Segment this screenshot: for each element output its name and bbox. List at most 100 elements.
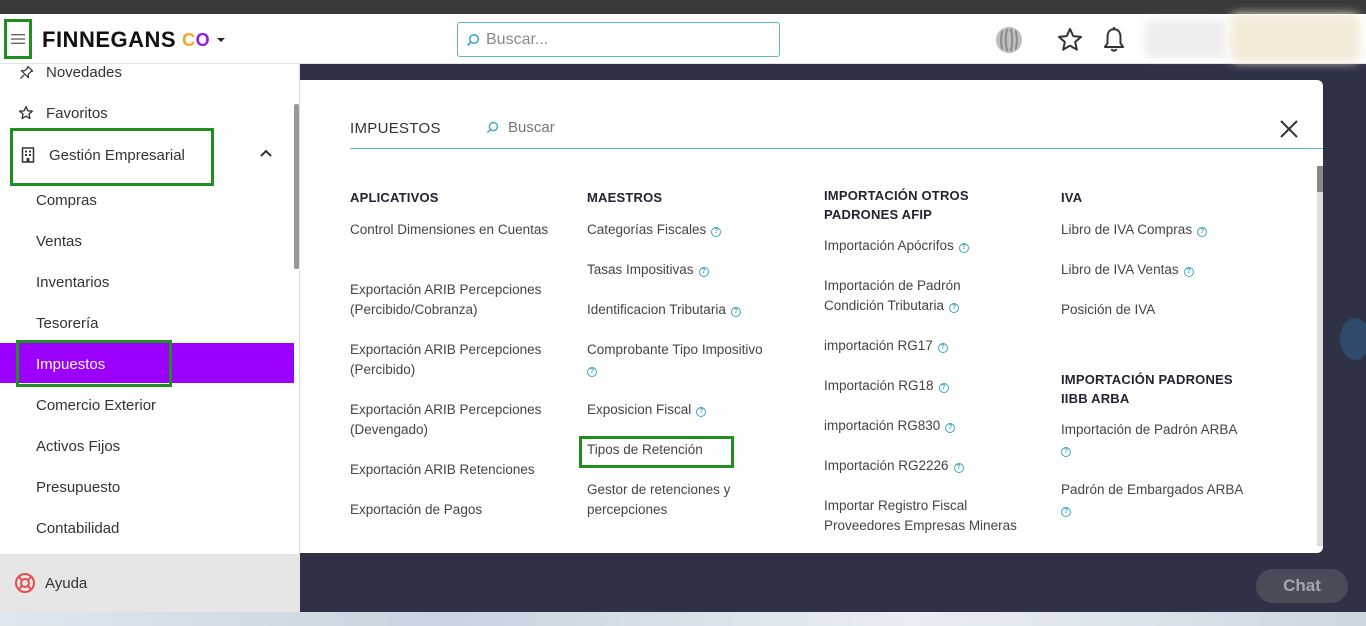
building-icon <box>20 147 36 163</box>
pin-icon <box>18 64 34 80</box>
menu-link[interactable]: Comprobante Tipo Impositivo? <box>587 340 792 380</box>
chat-label: Chat <box>1283 576 1321 595</box>
help-icon[interactable]: ? <box>938 383 949 393</box>
highlight-box <box>579 436 734 468</box>
column-heading: IVA <box>1061 190 1083 205</box>
sidebar-item-label: Novedades <box>46 63 122 81</box>
panel-search-placeholder[interactable]: Buscar <box>508 119 555 136</box>
caret-down-icon[interactable] <box>216 35 226 45</box>
menu-link[interactable]: Control Dimensiones en Cuentas <box>350 220 565 240</box>
menu-link[interactable]: Importación RG2226? <box>824 456 1039 476</box>
highlight-box <box>16 340 172 387</box>
sidebar: Novedades Favoritos Gestión Empresarial … <box>0 64 300 554</box>
notifications-bell-icon[interactable] <box>1099 25 1129 55</box>
help-icon[interactable]: ? <box>945 423 956 433</box>
menu-link[interactable]: Identificacion Tributaria? <box>587 300 802 320</box>
menu-link[interactable]: Exportación ARIB Percepciones (Percibido… <box>350 280 565 320</box>
sidebar-subitem-inventarios[interactable]: Inventarios <box>36 267 109 297</box>
sidebar-item-label: Favoritos <box>46 104 108 122</box>
help-icon[interactable]: ? <box>1061 447 1071 457</box>
global-search-input[interactable] <box>486 30 766 49</box>
help-icon[interactable]: ? <box>698 267 709 277</box>
menu-link[interactable]: Importación RG18? <box>824 376 1039 396</box>
menu-toggle-button[interactable] <box>4 19 32 59</box>
star-outline-icon <box>18 105 34 121</box>
menu-link[interactable]: importación RG17? <box>824 336 1039 356</box>
sidebar-help[interactable]: Ayuda <box>0 554 300 612</box>
help-label: Ayuda <box>45 574 88 592</box>
help-icon[interactable]: ? <box>953 463 964 473</box>
hamburger-icon <box>11 34 25 44</box>
close-icon[interactable] <box>1278 118 1300 140</box>
help-icon[interactable]: ? <box>958 243 969 253</box>
logo-text: FINNEGANS <box>42 27 177 52</box>
column-aplicativos: APLICATIVOS <box>350 188 570 207</box>
user-info[interactable] <box>1145 20 1225 58</box>
panel-scrollbar-track[interactable] <box>1317 166 1323 546</box>
column-importacion-padrones-iibb-arba: IMPORTACIÓN PADRONES IIBB ARBA <box>1061 370 1261 408</box>
menu-link[interactable]: Exportación ARIB Percepciones (Percibido… <box>350 340 565 380</box>
chat-button[interactable]: Chat <box>1256 569 1348 603</box>
column-heading: MAESTROS <box>587 190 663 205</box>
global-search[interactable] <box>457 22 780 57</box>
menu-link[interactable]: Tasas Impositivas? <box>587 260 802 280</box>
help-icon[interactable]: ? <box>1197 227 1208 237</box>
menu-link[interactable]: Importación de Padrón Condición Tributar… <box>824 276 994 316</box>
sidebar-scrollbar[interactable] <box>294 104 299 269</box>
panel-search[interactable]: Buscar <box>486 119 555 136</box>
panel-divider <box>350 148 1323 149</box>
taskbar-strip <box>0 612 1366 626</box>
menu-link[interactable]: Exposicion Fiscal? <box>587 400 802 420</box>
help-icon[interactable]: ? <box>937 343 948 353</box>
search-icon <box>466 33 480 46</box>
menu-link[interactable]: Importar Registro Fiscal Proveedores Emp… <box>824 496 1039 542</box>
logo-co-mark: CO <box>182 29 211 50</box>
brain-icon[interactable] <box>994 25 1024 55</box>
column-iva: IVA <box>1061 188 1281 207</box>
impuestos-menu-panel: IMPUESTOS Buscar APLICATIVOS Control Dim… <box>300 80 1323 553</box>
help-icon[interactable]: ? <box>1061 507 1071 517</box>
menu-link[interactable]: importación RG830? <box>824 416 1039 436</box>
help-icon[interactable]: ? <box>711 227 722 237</box>
favorites-star-icon[interactable] <box>1055 25 1085 55</box>
panel-title: IMPUESTOS <box>350 120 441 137</box>
search-icon <box>486 121 499 134</box>
menu-link[interactable]: Exportación ARIB Percepciones (Devengado… <box>350 400 565 440</box>
sidebar-item-novedades[interactable]: Novedades <box>0 55 294 89</box>
menu-link[interactable]: Posición de IVA <box>1061 300 1276 320</box>
floating-widget[interactable] <box>1340 318 1366 360</box>
sidebar-subitem-contabilidad[interactable]: Contabilidad <box>36 513 119 543</box>
sidebar-item-gestion-empresarial[interactable]: Gestión Empresarial <box>0 138 294 172</box>
sidebar-subitem-activos-fijos[interactable]: Activos Fijos <box>36 431 120 461</box>
sidebar-subitem-tesoreria[interactable]: Tesorería <box>36 308 99 338</box>
column-heading: IMPORTACIÓN OTROS PADRONES AFIP <box>824 188 969 222</box>
sidebar-item-favoritos[interactable]: Favoritos <box>0 96 294 130</box>
menu-link[interactable]: Importación de Padrón ARBA? <box>1061 420 1276 460</box>
menu-link[interactable]: Padrón de Embargados ARBA? <box>1061 480 1276 520</box>
sidebar-subitem-presupuesto[interactable]: Presupuesto <box>36 472 120 502</box>
help-icon[interactable]: ? <box>587 367 597 377</box>
menu-link[interactable]: Importación Apócrifos? <box>824 236 1039 256</box>
help-icon[interactable]: ? <box>1183 267 1194 277</box>
menu-link[interactable]: Exportación ARIB Retenciones <box>350 460 565 480</box>
sidebar-item-label: Gestión Empresarial <box>49 146 185 164</box>
sidebar-subitem-comercio-exterior[interactable]: Comercio Exterior <box>36 390 156 420</box>
user-avatar[interactable] <box>1230 14 1360 62</box>
help-icon[interactable]: ? <box>730 307 741 317</box>
sidebar-subitem-ventas[interactable]: Ventas <box>36 226 82 256</box>
column-heading: IMPORTACIÓN PADRONES IIBB ARBA <box>1061 372 1233 406</box>
help-icon[interactable]: ? <box>696 407 707 417</box>
menu-link[interactable]: Libro de IVA Ventas? <box>1061 260 1276 280</box>
sidebar-subitem-compras[interactable]: Compras <box>36 185 97 215</box>
menu-link[interactable]: Libro de IVA Compras? <box>1061 220 1276 240</box>
chevron-up-icon[interactable] <box>259 148 273 158</box>
menu-link[interactable]: Exportación de Pagos <box>350 500 565 520</box>
column-importacion-otros-padrones-afip: IMPORTACIÓN OTROS PADRONES AFIP <box>824 186 1004 224</box>
column-maestros: MAESTROS <box>587 188 807 207</box>
menu-link[interactable]: Categorías Fiscales? <box>587 220 802 240</box>
menu-link[interactable]: Gestor de retenciones y percepciones <box>587 480 757 520</box>
lifebuoy-icon <box>15 573 35 593</box>
panel-scrollbar-thumb[interactable] <box>1317 166 1323 192</box>
help-icon[interactable]: ? <box>949 303 960 313</box>
app-logo[interactable]: FINNEGANS CO <box>42 27 226 53</box>
